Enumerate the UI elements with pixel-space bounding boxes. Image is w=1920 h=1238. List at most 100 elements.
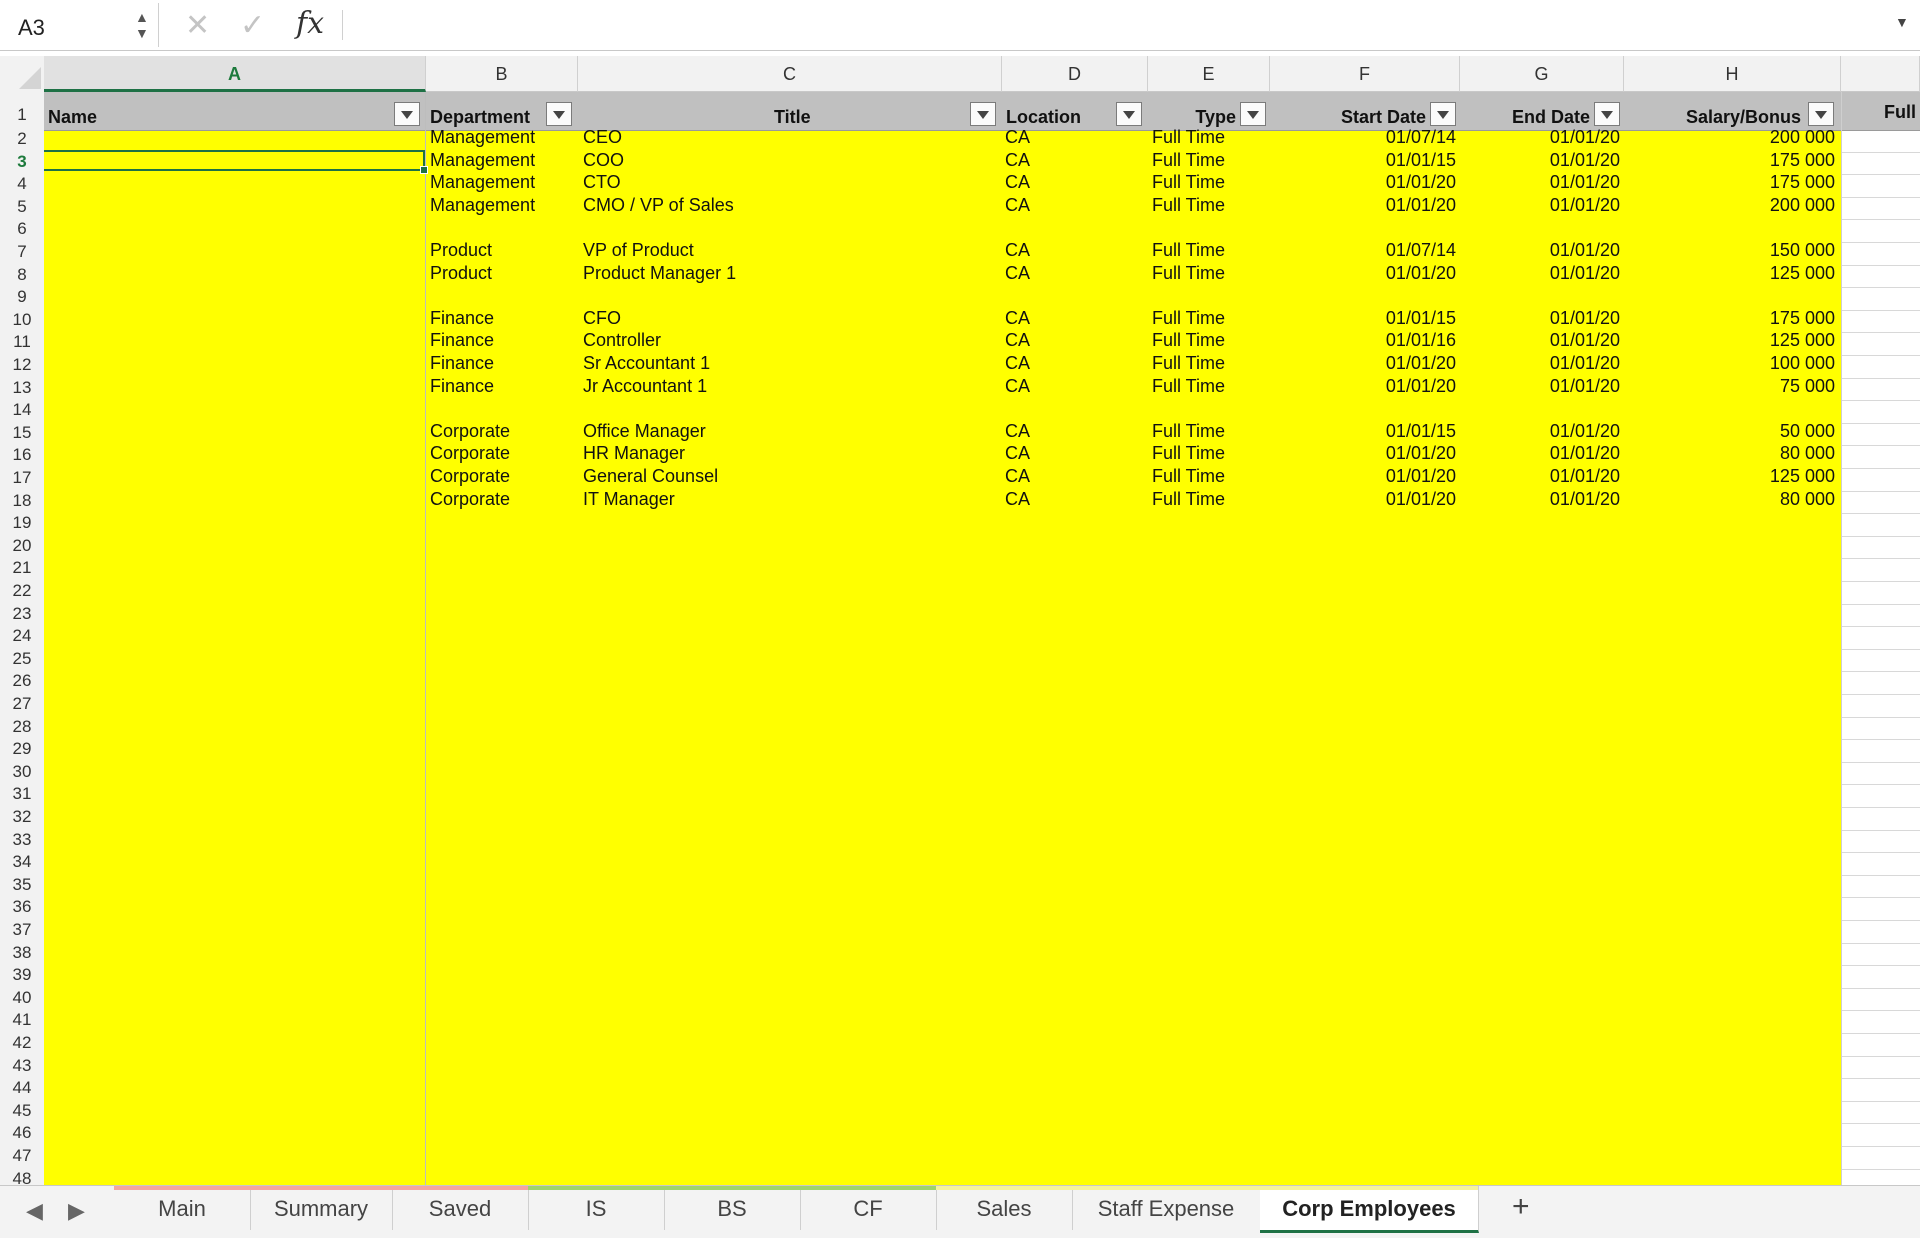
cell-department[interactable]: Corporate: [430, 420, 570, 442]
cell-end[interactable]: 01/01/20: [1460, 126, 1620, 148]
sheet-tab-sales[interactable]: Sales: [936, 1186, 1073, 1230]
row-header[interactable]: 17: [0, 467, 44, 489]
sheet-tab-is[interactable]: IS: [528, 1186, 665, 1230]
filter-dropdown-icon[interactable]: [1240, 102, 1266, 126]
row-header[interactable]: 5: [0, 196, 44, 218]
expand-formula-bar-icon[interactable]: ▼: [1895, 14, 1909, 30]
cell-start[interactable]: 01/01/20: [1270, 465, 1456, 487]
cell-type[interactable]: Full Time: [1152, 262, 1270, 284]
fill-handle[interactable]: [420, 166, 428, 174]
row-header[interactable]: 31: [0, 783, 44, 805]
row-header[interactable]: 44: [0, 1077, 44, 1099]
cell-title[interactable]: Office Manager: [583, 420, 1003, 442]
row-header[interactable]: 39: [0, 964, 44, 986]
cell-title[interactable]: HR Manager: [583, 442, 1003, 464]
cell-department[interactable]: Corporate: [430, 488, 570, 510]
cell-title[interactable]: CEO: [583, 126, 1003, 148]
row-header[interactable]: 13: [0, 377, 44, 399]
row-header[interactable]: 12: [0, 354, 44, 376]
row-header[interactable]: 4: [0, 173, 44, 195]
row-header[interactable]: 21: [0, 557, 44, 579]
cell-salary[interactable]: 75 000: [1624, 375, 1835, 397]
cell-start[interactable]: 01/01/20: [1270, 442, 1456, 464]
cell-start[interactable]: 01/07/14: [1270, 126, 1456, 148]
row-header[interactable]: 9: [0, 286, 44, 308]
row-header[interactable]: 34: [0, 851, 44, 873]
cell-end[interactable]: 01/01/20: [1460, 307, 1620, 329]
cell-end[interactable]: 01/01/20: [1460, 442, 1620, 464]
cell-salary[interactable]: 125 000: [1624, 262, 1835, 284]
sheet-tab-saved[interactable]: Saved: [392, 1186, 529, 1230]
cell-title[interactable]: CTO: [583, 171, 1003, 193]
column-header-b[interactable]: B: [426, 56, 578, 92]
cell-department[interactable]: Management: [430, 171, 570, 193]
sheet-tab-bs[interactable]: BS: [664, 1186, 801, 1230]
cell-type[interactable]: Full Time: [1152, 329, 1270, 351]
previous-sheet-icon[interactable]: ◀: [26, 1198, 43, 1224]
name-box-value[interactable]: A3: [18, 15, 45, 41]
cancel-icon[interactable]: ✕: [185, 8, 210, 43]
cell-title[interactable]: CMO / VP of Sales: [583, 194, 1003, 216]
confirm-check-icon[interactable]: ✓: [240, 8, 265, 43]
cell-department[interactable]: Corporate: [430, 465, 570, 487]
cell-start[interactable]: 01/01/20: [1270, 194, 1456, 216]
column-header-g[interactable]: G: [1460, 56, 1624, 92]
cell-department[interactable]: Product: [430, 239, 570, 261]
cell-location[interactable]: CA: [1005, 126, 1145, 148]
row-header[interactable]: 43: [0, 1055, 44, 1077]
row-header[interactable]: 25: [0, 648, 44, 670]
filter-dropdown-icon[interactable]: [970, 102, 996, 126]
row-header[interactable]: 24: [0, 625, 44, 647]
cell-location[interactable]: CA: [1005, 420, 1145, 442]
row-header[interactable]: 38: [0, 942, 44, 964]
column-header-h[interactable]: H: [1624, 56, 1841, 92]
cell-start[interactable]: 01/01/20: [1270, 171, 1456, 193]
row-header[interactable]: 29: [0, 738, 44, 760]
cell-location[interactable]: CA: [1005, 194, 1145, 216]
row-header[interactable]: 42: [0, 1032, 44, 1054]
cell-department[interactable]: Management: [430, 149, 570, 171]
cell-title[interactable]: CFO: [583, 307, 1003, 329]
cell-start[interactable]: 01/01/20: [1270, 488, 1456, 510]
cell-department[interactable]: Finance: [430, 375, 570, 397]
cell-start[interactable]: 01/01/20: [1270, 352, 1456, 374]
cell-type[interactable]: Full Time: [1152, 352, 1270, 374]
row-header[interactable]: 14: [0, 399, 44, 421]
cell-location[interactable]: CA: [1005, 442, 1145, 464]
column-header-e[interactable]: E: [1148, 56, 1270, 92]
cell-type[interactable]: Full Time: [1152, 465, 1270, 487]
row-header[interactable]: 2: [0, 128, 44, 150]
cell-title[interactable]: General Counsel: [583, 465, 1003, 487]
cell-location[interactable]: CA: [1005, 352, 1145, 374]
column-header-c[interactable]: C: [578, 56, 1002, 92]
row-header[interactable]: 30: [0, 761, 44, 783]
column-header-a[interactable]: A: [44, 56, 426, 92]
row-header[interactable]: 20: [0, 535, 44, 557]
cell-title[interactable]: Sr Accountant 1: [583, 352, 1003, 374]
row-header[interactable]: 15: [0, 422, 44, 444]
cell-salary[interactable]: 50 000: [1624, 420, 1835, 442]
sheet-tab-staff-expense[interactable]: Staff Expense: [1072, 1186, 1261, 1230]
cell-start[interactable]: 01/01/20: [1270, 262, 1456, 284]
cell-end[interactable]: 01/01/20: [1460, 262, 1620, 284]
header-cell-department[interactable]: Department: [426, 92, 578, 130]
sheet-tab-summary[interactable]: Summary: [250, 1186, 393, 1230]
spreadsheet-grid[interactable]: Name Department Title Location Type Star…: [44, 92, 1920, 1185]
cell-salary[interactable]: 125 000: [1624, 465, 1835, 487]
header-cell-title[interactable]: Title: [578, 92, 1002, 130]
row-header[interactable]: 28: [0, 716, 44, 738]
cell-salary[interactable]: 125 000: [1624, 329, 1835, 351]
cell-title[interactable]: VP of Product: [583, 239, 1003, 261]
sheet-tab-main[interactable]: Main: [114, 1186, 251, 1230]
row-header[interactable]: 8: [0, 264, 44, 286]
cell-start[interactable]: 01/07/14: [1270, 239, 1456, 261]
cell-salary[interactable]: 100 000: [1624, 352, 1835, 374]
filter-dropdown-icon[interactable]: [1808, 102, 1834, 126]
cell-title[interactable]: Jr Accountant 1: [583, 375, 1003, 397]
header-cell-salary-bonus[interactable]: Salary/Bonus: [1624, 92, 1841, 130]
row-header[interactable]: 26: [0, 670, 44, 692]
cell-start[interactable]: 01/01/16: [1270, 329, 1456, 351]
row-header[interactable]: 46: [0, 1122, 44, 1144]
cell-end[interactable]: 01/01/20: [1460, 375, 1620, 397]
cell-department[interactable]: Finance: [430, 352, 570, 374]
